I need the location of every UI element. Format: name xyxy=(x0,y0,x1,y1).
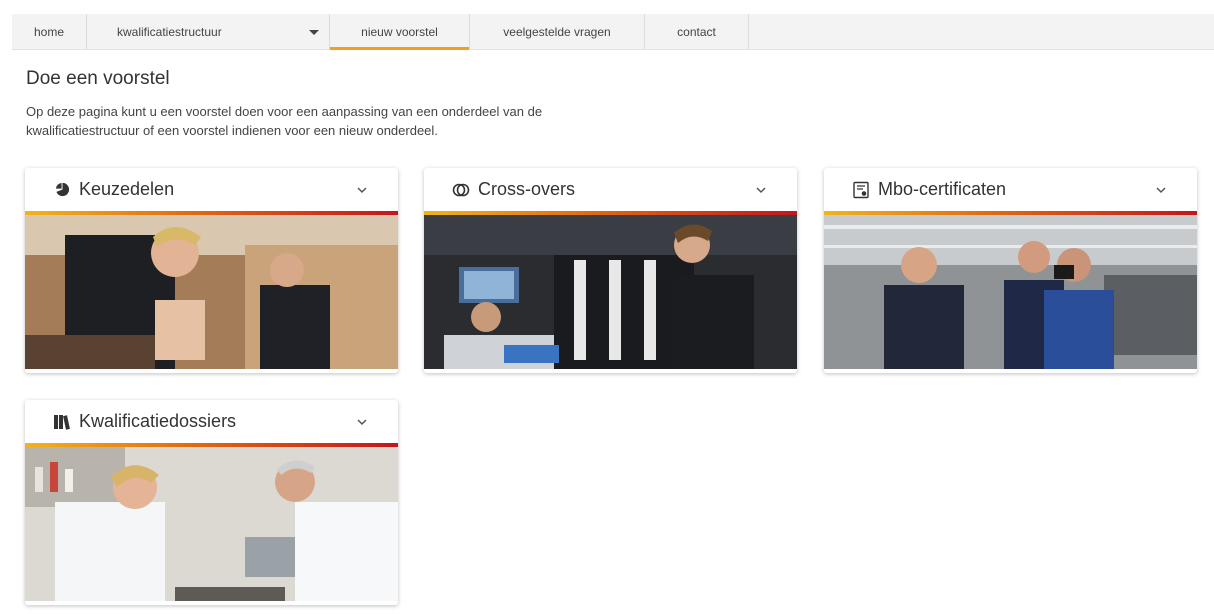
nav-kwalificatiestructuur-label: kwalificatiestructuur xyxy=(117,24,222,39)
intro-text: Op deze pagina kunt u een voorstel doen … xyxy=(26,104,543,138)
card-header[interactable]: Keuzedelen xyxy=(25,168,398,215)
card-kwalificatiedossiers[interactable]: Kwalificatiedossiers xyxy=(25,400,398,605)
card-title: Kwalificatiedossiers xyxy=(79,411,237,431)
chevron-down-icon[interactable] xyxy=(1155,184,1167,196)
nav-contact[interactable]: contact xyxy=(645,14,749,49)
card-header[interactable]: Mbo-certificaten xyxy=(824,168,1197,215)
card-cross-overs[interactable]: Cross-overs xyxy=(424,168,797,373)
chevron-down-icon[interactable] xyxy=(356,416,368,428)
card-keuzedelen[interactable]: Keuzedelen xyxy=(25,168,398,373)
card-title: Keuzedelen xyxy=(79,179,175,199)
chevron-down-icon[interactable] xyxy=(356,184,368,196)
card-header[interactable]: Kwalificatiedossiers xyxy=(25,400,398,447)
card-title: Cross-overs xyxy=(478,179,576,199)
nav-contact-label: contact xyxy=(677,24,716,39)
card-title: Mbo-certificaten xyxy=(878,179,1007,199)
card-photo xyxy=(824,215,1197,369)
nav-nieuw-voorstel[interactable]: nieuw voorstel xyxy=(330,14,470,50)
pie-chart-icon xyxy=(53,181,71,199)
card-photo xyxy=(25,447,398,601)
nav-home[interactable]: home xyxy=(12,14,87,49)
card-header[interactable]: Cross-overs xyxy=(424,168,797,215)
page-title: Doe een voorstel xyxy=(26,68,170,89)
chevron-down-icon[interactable] xyxy=(755,184,767,196)
top-navigation: home kwalificatiestructuur nieuw voorste… xyxy=(12,14,1214,50)
nav-nieuw-voorstel-label: nieuw voorstel xyxy=(361,24,438,39)
nav-home-label: home xyxy=(33,24,65,39)
nav-veelgestelde-vragen-label: veelgestelde vragen xyxy=(503,24,611,39)
certificate-icon xyxy=(852,181,870,199)
nav-kwalificatiestructuur[interactable]: kwalificatiestructuur xyxy=(87,14,330,49)
card-mbo-certificaten[interactable]: Mbo-certificaten xyxy=(824,168,1197,373)
card-photo xyxy=(25,215,398,369)
caret-down-icon xyxy=(309,29,319,35)
cross-over-icon xyxy=(452,181,470,199)
card-photo xyxy=(424,215,797,369)
binders-icon xyxy=(53,413,71,431)
nav-veelgestelde-vragen[interactable]: veelgestelde vragen xyxy=(470,14,645,49)
